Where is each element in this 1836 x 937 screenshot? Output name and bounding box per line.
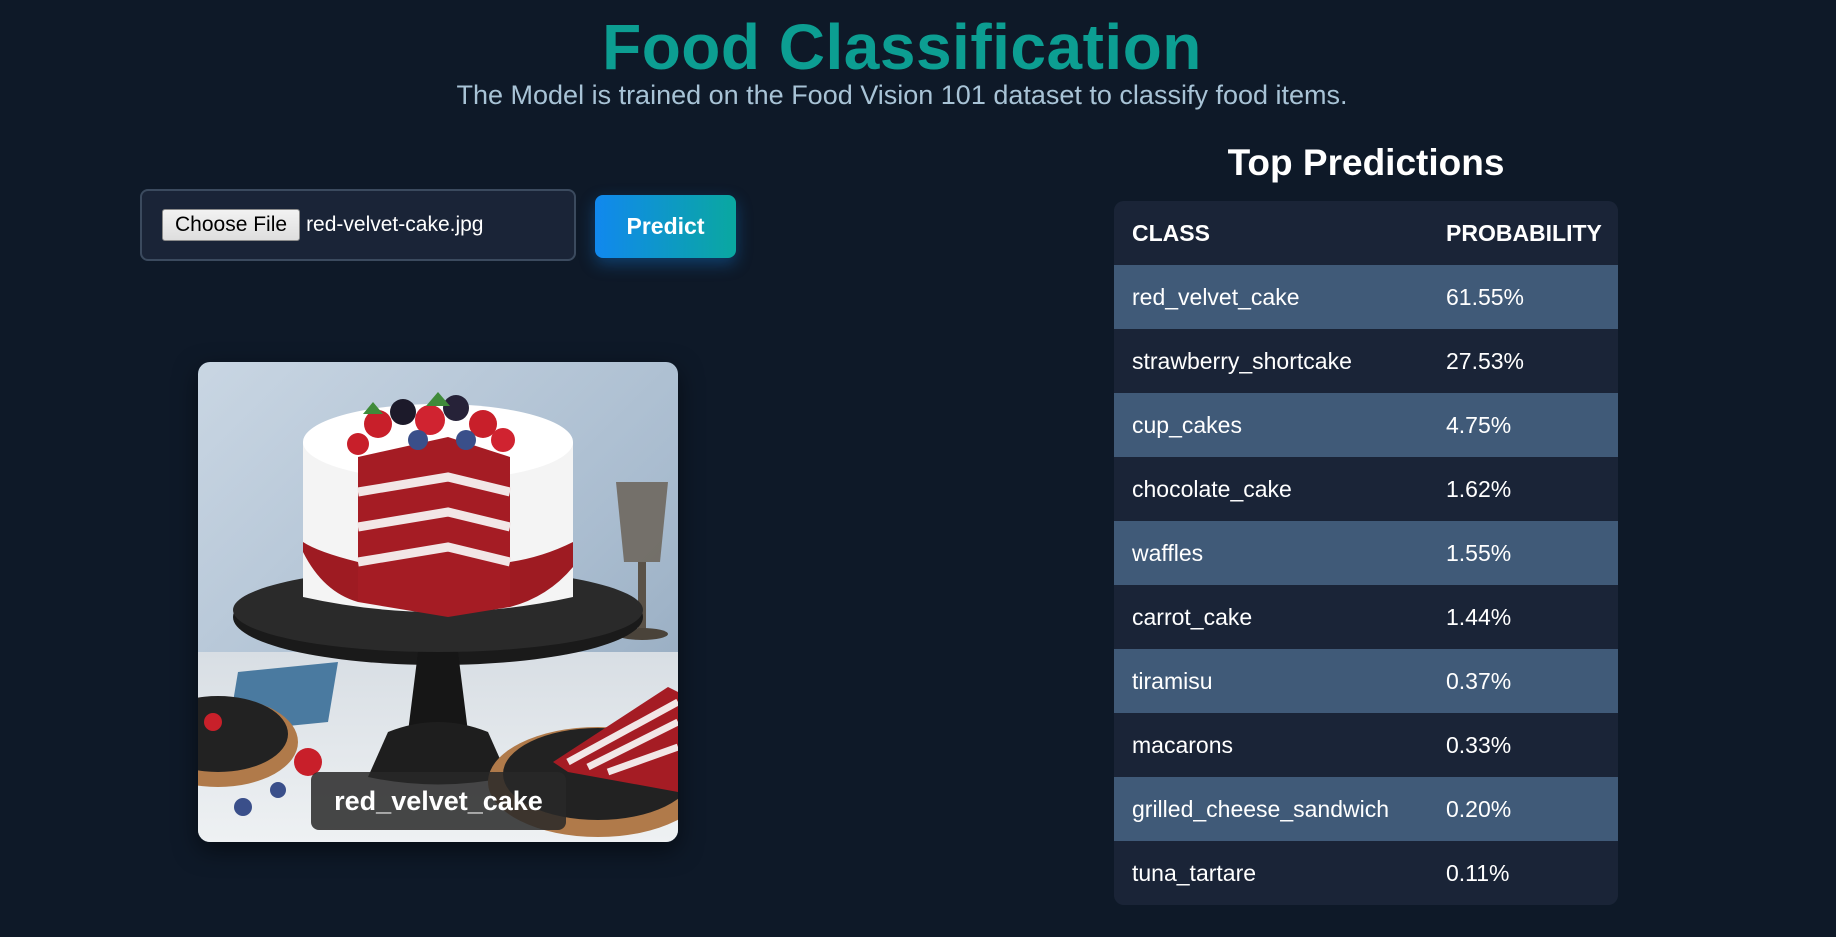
- class-cell: strawberry_shortcake: [1114, 329, 1446, 393]
- class-cell: macarons: [1114, 713, 1446, 777]
- table-row: grilled_cheese_sandwich 0.20%: [1114, 777, 1618, 841]
- table-header-row: CLASS PROBABILITY: [1114, 201, 1618, 265]
- page-subtitle: The Model is trained on the Food Vision …: [456, 80, 1348, 110]
- table-row: tiramisu 0.37%: [1114, 649, 1618, 713]
- table-row: strawberry_shortcake 27.53%: [1114, 329, 1618, 393]
- class-cell: tuna_tartare: [1114, 841, 1446, 905]
- table-row: macarons 0.33%: [1114, 713, 1618, 777]
- probability-cell: 0.11%: [1446, 841, 1618, 905]
- class-cell: chocolate_cake: [1114, 457, 1446, 521]
- class-cell: red_velvet_cake: [1114, 265, 1446, 329]
- probability-cell: 1.55%: [1446, 521, 1618, 585]
- predict-button[interactable]: Predict: [595, 195, 736, 258]
- table-row: cup_cakes 4.75%: [1114, 393, 1618, 457]
- probability-cell: 4.75%: [1446, 393, 1618, 457]
- probability-cell: 0.37%: [1446, 649, 1618, 713]
- class-cell: waffles: [1114, 521, 1446, 585]
- probability-cell: 1.62%: [1446, 457, 1618, 521]
- uploaded-image-preview: red_velvet_cake: [198, 362, 678, 842]
- probability-cell: 27.53%: [1446, 329, 1618, 393]
- table-row: tuna_tartare 0.11%: [1114, 841, 1618, 905]
- file-upload-field[interactable]: Choose File red-velvet-cake.jpg: [140, 189, 576, 261]
- probability-cell: 61.55%: [1446, 265, 1618, 329]
- class-cell: tiramisu: [1114, 649, 1446, 713]
- probability-cell: 0.33%: [1446, 713, 1618, 777]
- table-row: chocolate_cake 1.62%: [1114, 457, 1618, 521]
- cake-photo: [198, 362, 678, 842]
- table-row: carrot_cake 1.44%: [1114, 585, 1618, 649]
- page-title: Food Classification: [602, 11, 1202, 83]
- probability-cell: 0.20%: [1446, 777, 1618, 841]
- class-cell: grilled_cheese_sandwich: [1114, 777, 1446, 841]
- column-header-class: CLASS: [1114, 201, 1446, 265]
- class-cell: carrot_cake: [1114, 585, 1446, 649]
- predictions-heading: Top Predictions: [1227, 142, 1505, 183]
- choose-file-button[interactable]: Choose File: [162, 209, 301, 241]
- column-header-probability: PROBABILITY: [1446, 201, 1618, 265]
- table-row: red_velvet_cake 61.55%: [1114, 265, 1618, 329]
- table-row: waffles 1.55%: [1114, 521, 1618, 585]
- predicted-class-label: red_velvet_cake: [311, 772, 566, 830]
- class-cell: cup_cakes: [1114, 393, 1446, 457]
- probability-cell: 1.44%: [1446, 585, 1618, 649]
- predictions-table: CLASS PROBABILITY red_velvet_cake 61.55%…: [1114, 201, 1618, 905]
- selected-file-name: red-velvet-cake.jpg: [306, 213, 484, 236]
- app-page: Food Classification The Model is trained…: [0, 0, 1836, 937]
